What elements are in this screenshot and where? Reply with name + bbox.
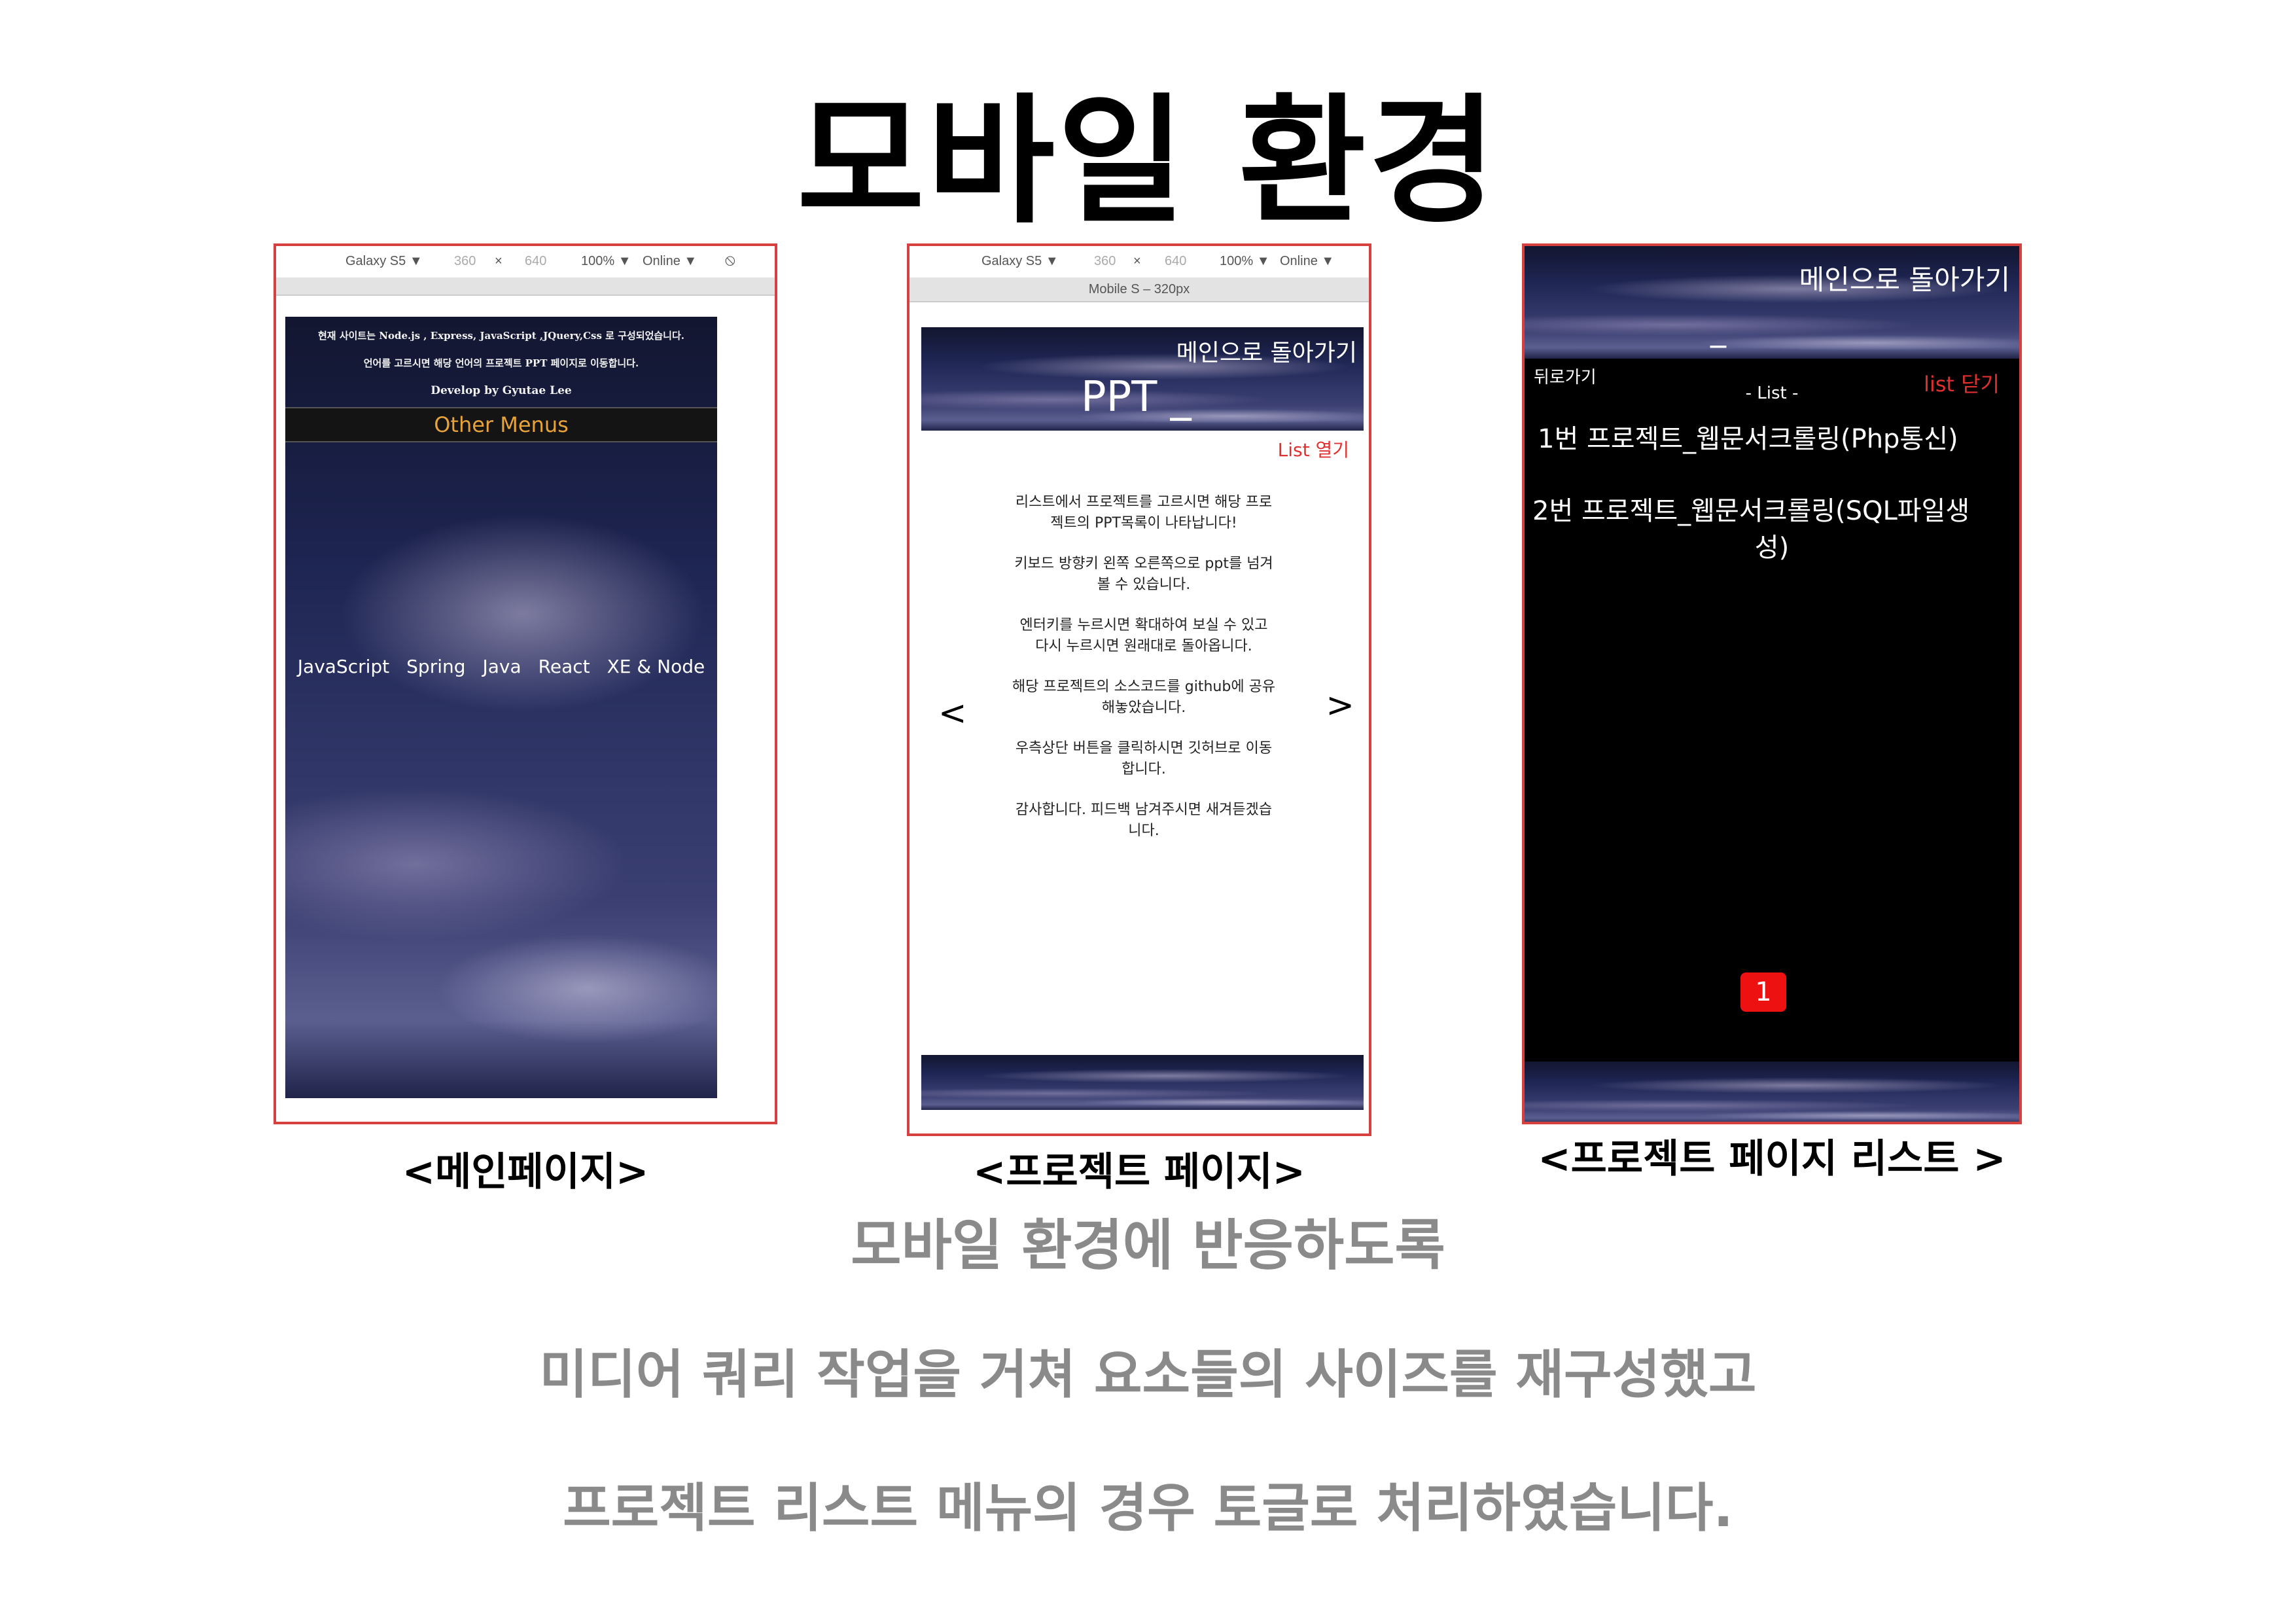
prev-arrow[interactable]: < <box>938 694 967 733</box>
nav-spring[interactable]: Spring <box>406 656 465 677</box>
height-field[interactable]: 640 <box>1165 254 1186 269</box>
times-sign: × <box>1133 254 1141 268</box>
back-to-main-link[interactable]: 메인으로 돌아가기 <box>1799 258 2010 298</box>
next-arrow[interactable]: > <box>1326 686 1354 725</box>
nav-xe-node[interactable]: XE & Node <box>607 656 705 677</box>
height-field[interactable]: 640 <box>525 254 546 269</box>
device-toolbar: Galaxy S5 ▼ 360 × 640 100% ▼ Online ▼ ⦸ <box>276 246 775 278</box>
instructions: 리스트에서 프로젝트를 고르시면 해당 프로 젝트의 PPT목록이 나타납니다!… <box>980 492 1307 842</box>
network-select[interactable]: Online ▼ <box>1280 254 1334 269</box>
main-page-viewport: 현재 사이트는 Node.js , Express, JavaScript ,J… <box>285 317 717 1098</box>
developer-credit: Develop by Gyutae Lee <box>431 384 572 397</box>
intro-line-1: 현재 사이트는 Node.js , Express, JavaScript ,J… <box>318 330 684 342</box>
list-footer <box>1525 1061 2019 1122</box>
project-header: 메인으로 돌아가기 PPT _ <box>921 327 1364 431</box>
page-number-badge[interactable]: 1 <box>1740 972 1786 1012</box>
nav-react[interactable]: React <box>539 656 590 677</box>
instruction-paragraph: 키보드 방향키 왼쪽 오른쪽으로 ppt를 넘겨 볼 수 있습니다. <box>1014 556 1273 593</box>
intro-line-2: 언어를 고르시면 해당 언어의 프로젝트 PPT 페이지로 이동합니다. <box>363 357 639 369</box>
instruction-paragraph: 해당 프로젝트의 소스코드를 github에 공유 해놓았습니다. <box>1012 679 1276 716</box>
project-list-item-1[interactable]: 1번 프로젝트_웹문서크롤링(Php통신) <box>1538 418 2013 455</box>
media-query-bar[interactable] <box>276 277 775 296</box>
instruction-paragraph: 리스트에서 프로젝트를 고르시면 해당 프로 젝트의 PPT목록이 나타납니다! <box>1015 494 1273 531</box>
media-query-label: Mobile S – 320px <box>1088 282 1190 296</box>
project-list-caption: <프로젝트 페이지 리스트 > <box>1538 1136 2006 1182</box>
other-menus-button[interactable]: Other Menus <box>285 407 717 442</box>
project-list-screenshot: 메인으로 돌아가기 _ 뒤로가기 list 닫기 - List - 1번 프로젝… <box>1522 243 2022 1124</box>
device-toolbar: Galaxy S5 ▼ 360 × 640 100% ▼ Online ▼ <box>910 246 1369 278</box>
device-select[interactable]: Galaxy S5 ▼ <box>345 254 423 269</box>
back-to-main-link[interactable]: 메인으로 돌아가기 <box>1176 334 1357 368</box>
instruction-paragraph: 우측상단 버튼을 클릭하시면 깃허브로 이동 합니다. <box>1015 740 1273 777</box>
description-line-1: 모바일 환경에 반응하도록 <box>851 1213 1445 1277</box>
media-query-bar[interactable]: Mobile S – 320px <box>910 277 1369 302</box>
project-page-screenshot: Galaxy S5 ▼ 360 × 640 100% ▼ Online ▼ Mo… <box>907 243 1371 1136</box>
project-list-item-2-wrap[interactable]: 성) <box>1525 526 2019 564</box>
intro-text: 현재 사이트는 Node.js , Express, JavaScript ,J… <box>285 322 717 404</box>
nav-java[interactable]: Java <box>483 656 521 677</box>
list-header: 메인으로 돌아가기 _ <box>1525 246 2019 359</box>
network-select[interactable]: Online ▼ <box>643 254 697 269</box>
list-open-button[interactable]: List 열기 <box>1278 436 1349 462</box>
project-page-viewport: 메인으로 돌아가기 PPT _ List 열기 < > 리스트에서 프로젝트를 … <box>921 327 1364 1113</box>
rotate-icon[interactable]: ⦸ <box>725 251 735 270</box>
header-cursor: _ <box>1710 312 1726 348</box>
device-select[interactable]: Galaxy S5 ▼ <box>981 254 1059 269</box>
width-field[interactable]: 360 <box>454 254 476 269</box>
language-nav: JavaScript Spring Java React XE & Node <box>285 656 717 677</box>
other-menus-label: Other Menus <box>434 412 569 437</box>
width-field[interactable]: 360 <box>1094 254 1116 269</box>
instruction-paragraph: 감사합니다. 피드백 남겨주시면 새겨듣겠습 니다. <box>1015 802 1273 839</box>
instruction-paragraph: 엔터키를 누르시면 확대하여 보실 수 있고 다시 누르시면 원래대로 돌아옵니… <box>1019 617 1268 654</box>
description-line-3: 프로젝트 리스트 메뉴의 경우 토글로 처리하였습니다. <box>563 1478 1733 1539</box>
page-title: 모바일 환경 <box>796 80 1499 242</box>
project-footer <box>921 1055 1364 1110</box>
description-line-2: 미디어 쿼리 작업을 거쳐 요소들의 사이즈를 재구성했고 <box>539 1344 1757 1405</box>
main-page-caption: <메인페이지> <box>402 1149 649 1195</box>
main-page-screenshot: Galaxy S5 ▼ 360 × 640 100% ▼ Online ▼ ⦸ … <box>274 243 777 1124</box>
times-sign: × <box>495 254 503 268</box>
project-list-item-2[interactable]: 2번 프로젝트_웹문서크롤링(SQL파일생 <box>1532 490 2019 527</box>
project-page-caption: <프로젝트 페이지> <box>973 1149 1305 1195</box>
ppt-heading: PPT _ <box>1081 373 1192 421</box>
zoom-select[interactable]: 100% ▼ <box>581 254 631 269</box>
zoom-select[interactable]: 100% ▼ <box>1220 254 1270 269</box>
list-title: - List - <box>1745 383 1799 403</box>
nav-javascript[interactable]: JavaScript <box>298 656 389 677</box>
